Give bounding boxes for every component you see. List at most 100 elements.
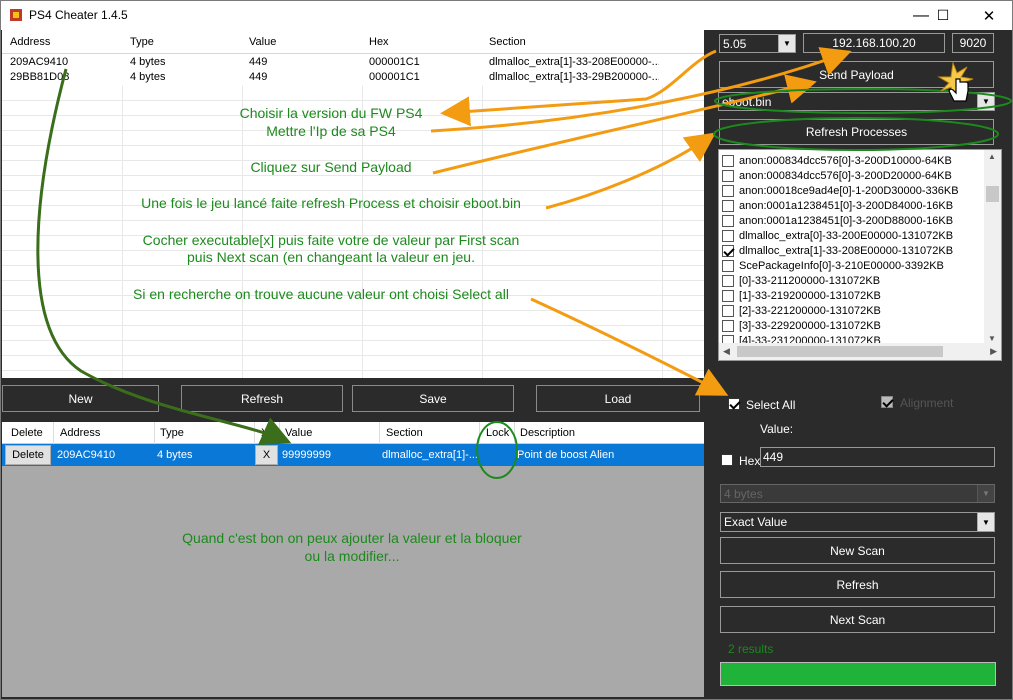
section-item[interactable]: ScePackageInfo[0]-3-210E00000-3392KB	[722, 258, 944, 273]
fw-version-select[interactable]: 5.05 ▼	[719, 34, 796, 53]
col-hex[interactable]: Hex	[369, 36, 389, 48]
cheat-section: dlmalloc_extra[1]-...	[382, 449, 477, 461]
scan-result-row[interactable]: 29BB81D08 4 bytes 449 000001C1 dlmalloc_…	[2, 71, 704, 86]
section-item[interactable]: anon:0001a1238451[0]-3-200D88000-16KB	[722, 213, 953, 228]
section-item[interactable]: [1]-33-219200000-131072KB	[722, 288, 881, 303]
scroll-up-icon[interactable]: ▲	[988, 152, 996, 161]
section-checkbox[interactable]	[722, 304, 734, 317]
annotation-payload: Cliquez sur Send Payload	[250, 159, 412, 175]
col-delete[interactable]: Delete	[11, 427, 43, 439]
scroll-right-icon[interactable]: ▶	[990, 346, 997, 357]
close-button[interactable]: ✕	[966, 1, 1012, 30]
annotation-scan-2: puis Next scan (en changeant la valeur e…	[187, 249, 475, 265]
col-lock[interactable]: Lock	[486, 427, 509, 439]
progress-fill	[721, 663, 995, 685]
section-label: [3]-33-229200000-131072KB	[739, 319, 881, 332]
refresh-button[interactable]: Refresh	[181, 385, 343, 412]
app-window: PS4 Cheater 1.4.5 — ☐ ✕ Address Type Val…	[0, 0, 1013, 700]
cheat-list[interactable]: Delete Address Type X Value Section Lock…	[2, 422, 704, 697]
section-checkbox[interactable]	[722, 244, 734, 257]
result-value: 449	[249, 71, 268, 83]
section-checkbox[interactable]	[722, 214, 734, 227]
section-item[interactable]: [0]-33-211200000-131072KB	[722, 273, 880, 288]
col-section[interactable]: Section	[386, 427, 423, 439]
col-type[interactable]: Type	[130, 36, 154, 48]
annotation-fw: Choisir la version du FW PS4	[239, 105, 423, 121]
result-type: 4 bytes	[130, 71, 166, 83]
cheat-row[interactable]: Delete 209AC9410 4 bytes X 99999999 dlma…	[2, 444, 704, 466]
new-scan-button[interactable]: New Scan	[720, 537, 995, 564]
compare-type-select[interactable]: Exact Value ▼	[720, 512, 995, 532]
save-button[interactable]: Save	[352, 385, 514, 412]
maximize-button[interactable]: ☐	[920, 1, 966, 30]
scan-result-row[interactable]: 209AC9410 4 bytes 449 000001C1 dlmalloc_…	[2, 56, 704, 71]
hex-label: Hex	[739, 454, 761, 468]
annotation-select-all: Si en recherche on trouve aucune valeur …	[133, 286, 509, 302]
scan-results-header: Address Type Value Hex Section	[2, 30, 704, 54]
annotation-final: Quand c'est bon on peux ajouter la valeu…	[182, 530, 522, 564]
section-item[interactable]: anon:0001a1238451[0]-3-200D84000-16KB	[722, 198, 953, 213]
scroll-thumb[interactable]	[986, 186, 999, 202]
section-label: anon:00018ce9ad4e[0]-1-200D30000-336KB	[739, 184, 959, 197]
vertical-scrollbar[interactable]: ▲ ▼	[984, 150, 1001, 345]
cheat-list-header: Delete Address Type X Value Section Lock…	[2, 422, 704, 444]
section-checkbox[interactable]	[722, 184, 734, 197]
result-hex: 000001C1	[369, 56, 420, 68]
col-section[interactable]: Section	[489, 36, 526, 48]
section-checkbox[interactable]	[722, 154, 734, 167]
col-x[interactable]: X	[261, 427, 268, 439]
horizontal-scrollbar[interactable]: ◀ ▶	[719, 343, 1001, 360]
section-item[interactable]: anon:00018ce9ad4e[0]-1-200D30000-336KB	[722, 183, 959, 198]
col-value[interactable]: Value	[249, 36, 276, 48]
app-icon	[10, 9, 22, 21]
value-input[interactable]: 449	[760, 447, 995, 467]
process-select[interactable]: eboot.bin ▼	[718, 92, 995, 111]
section-checkbox[interactable]	[722, 199, 734, 212]
section-checkbox[interactable]	[722, 319, 734, 332]
scroll-left-icon[interactable]: ◀	[723, 346, 730, 357]
next-scan-button[interactable]: Next Scan	[720, 606, 995, 633]
section-item[interactable]: dlmalloc_extra[1]-33-208E00000-131072KB	[722, 243, 953, 258]
refresh-processes-button[interactable]: Refresh Processes	[719, 119, 994, 145]
section-checkbox[interactable]	[722, 259, 734, 272]
send-payload-button[interactable]: Send Payload	[719, 61, 994, 88]
col-description[interactable]: Description	[520, 427, 575, 439]
cheat-description[interactable]: Point de boost Alien	[517, 449, 614, 461]
scroll-thumb[interactable]	[737, 346, 943, 357]
delete-row-button[interactable]: Delete	[5, 445, 51, 465]
ip-input[interactable]: 192.168.100.20	[803, 33, 945, 53]
col-type[interactable]: Type	[160, 427, 184, 439]
remove-cheat-button[interactable]: X	[255, 445, 278, 465]
load-button[interactable]: Load	[536, 385, 700, 412]
select-all-checkbox[interactable]	[728, 398, 740, 413]
chevron-down-icon: ▼	[778, 35, 795, 52]
alignment-checkbox[interactable]	[881, 396, 893, 411]
scan-refresh-button[interactable]: Refresh	[720, 571, 995, 598]
cheat-value[interactable]: 99999999	[282, 449, 331, 461]
title-bar: PS4 Cheater 1.4.5 — ☐ ✕	[1, 1, 1012, 30]
section-label: anon:000834dcc576[0]-3-200D20000-64KB	[739, 169, 952, 182]
section-checkbox[interactable]	[722, 229, 734, 242]
section-item[interactable]: anon:000834dcc576[0]-3-200D20000-64KB	[722, 168, 952, 183]
col-address[interactable]: Address	[10, 36, 50, 48]
close-icon: ✕	[982, 7, 996, 25]
chevron-down-icon: ▼	[977, 93, 994, 110]
col-address[interactable]: Address	[60, 427, 100, 439]
section-checkbox[interactable]	[722, 274, 734, 287]
value-type-select[interactable]: 4 bytes ▼	[720, 484, 995, 503]
col-value[interactable]: Value	[285, 427, 312, 439]
section-list[interactable]: [4]-33-231200000-131072KB [3]-33-22920000…	[718, 149, 1002, 361]
new-button[interactable]: New	[2, 385, 159, 412]
hex-checkbox[interactable]	[721, 454, 733, 469]
chevron-down-icon: ▼	[977, 513, 994, 531]
section-item[interactable]: anon:000834dcc576[0]-3-200D10000-64KB	[722, 153, 952, 168]
section-item[interactable]: dlmalloc_extra[0]-33-200E00000-131072KB	[722, 228, 953, 243]
section-item[interactable]: [3]-33-229200000-131072KB	[722, 318, 881, 333]
section-checkbox[interactable]	[722, 169, 734, 182]
scroll-down-icon[interactable]: ▼	[988, 334, 996, 343]
section-checkbox[interactable]	[722, 289, 734, 302]
chevron-down-icon: ▼	[977, 485, 994, 502]
port-input[interactable]: 9020	[952, 33, 994, 53]
result-hex: 000001C1	[369, 71, 420, 83]
section-item[interactable]: [2]-33-221200000-131072KB	[722, 303, 881, 318]
